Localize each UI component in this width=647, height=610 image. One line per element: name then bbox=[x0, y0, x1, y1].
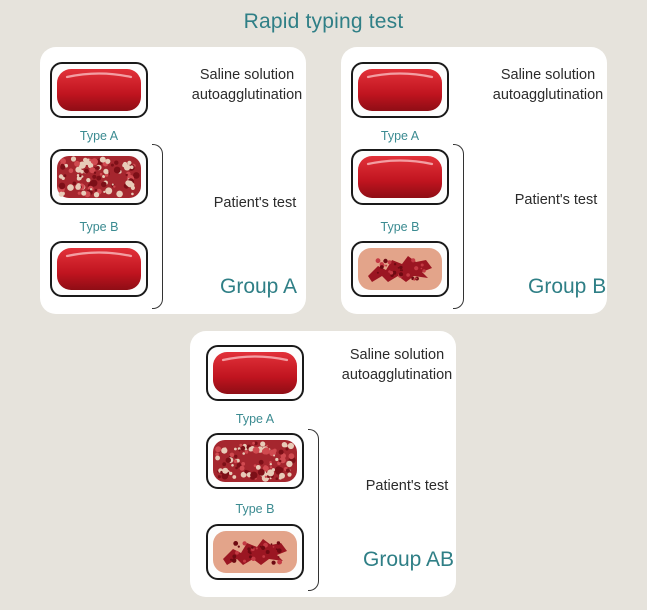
group-label: Group B bbox=[528, 275, 607, 298]
bracket bbox=[308, 429, 319, 591]
clumped-agglutination-icon bbox=[358, 248, 442, 290]
autoagglutination-text: autoagglutination bbox=[492, 87, 604, 103]
panel-group-b: Saline solution autoagglutination Type A… bbox=[341, 47, 607, 314]
type-b-label: Type B bbox=[380, 220, 420, 234]
well-type-a bbox=[206, 433, 304, 489]
granular-agglutination-icon bbox=[213, 440, 297, 482]
saline-text: Saline solution bbox=[199, 67, 295, 83]
saline-text: Saline solution bbox=[349, 347, 445, 363]
panel-group-ab: Saline solution autoagglutination Type A… bbox=[190, 331, 456, 597]
bracket bbox=[152, 144, 163, 309]
smooth-blood-drop-icon bbox=[358, 69, 442, 111]
type-a-label: Type A bbox=[235, 412, 275, 426]
saline-label: Saline solution autoagglutination bbox=[489, 65, 607, 105]
patients-test-label: Patient's test bbox=[365, 478, 449, 494]
well-saline bbox=[206, 345, 304, 401]
diagram-title: Rapid typing test bbox=[243, 10, 404, 33]
saline-label: Saline solution autoagglutination bbox=[338, 345, 456, 385]
well-saline bbox=[50, 62, 148, 118]
well-type-a bbox=[351, 149, 449, 205]
type-a-label: Type A bbox=[380, 129, 420, 143]
well-type-a bbox=[50, 149, 148, 205]
panel-group-a: Saline solution autoagglutination Type A… bbox=[40, 47, 306, 314]
autoagglutination-text: autoagglutination bbox=[191, 87, 303, 103]
autoagglutination-text: autoagglutination bbox=[341, 367, 453, 383]
patients-test-label: Patient's test bbox=[514, 192, 598, 208]
type-a-label: Type A bbox=[79, 129, 119, 143]
bracket bbox=[453, 144, 464, 309]
smooth-blood-drop-icon bbox=[57, 69, 141, 111]
clumped-agglutination-icon bbox=[213, 531, 297, 573]
well-type-b bbox=[351, 241, 449, 297]
saline-label: Saline solution autoagglutination bbox=[188, 65, 306, 105]
well-saline bbox=[351, 62, 449, 118]
granular-agglutination-icon bbox=[57, 156, 141, 198]
patients-test-label: Patient's test bbox=[213, 195, 297, 211]
smooth-blood-drop-icon bbox=[57, 248, 141, 290]
type-b-label: Type B bbox=[235, 502, 275, 516]
smooth-blood-drop-icon bbox=[213, 352, 297, 394]
group-label: Group AB bbox=[363, 548, 455, 571]
smooth-blood-drop-icon bbox=[358, 156, 442, 198]
type-b-label: Type B bbox=[79, 220, 119, 234]
group-label: Group A bbox=[220, 275, 298, 298]
well-type-b bbox=[206, 524, 304, 580]
saline-text: Saline solution bbox=[500, 67, 596, 83]
well-type-b bbox=[50, 241, 148, 297]
